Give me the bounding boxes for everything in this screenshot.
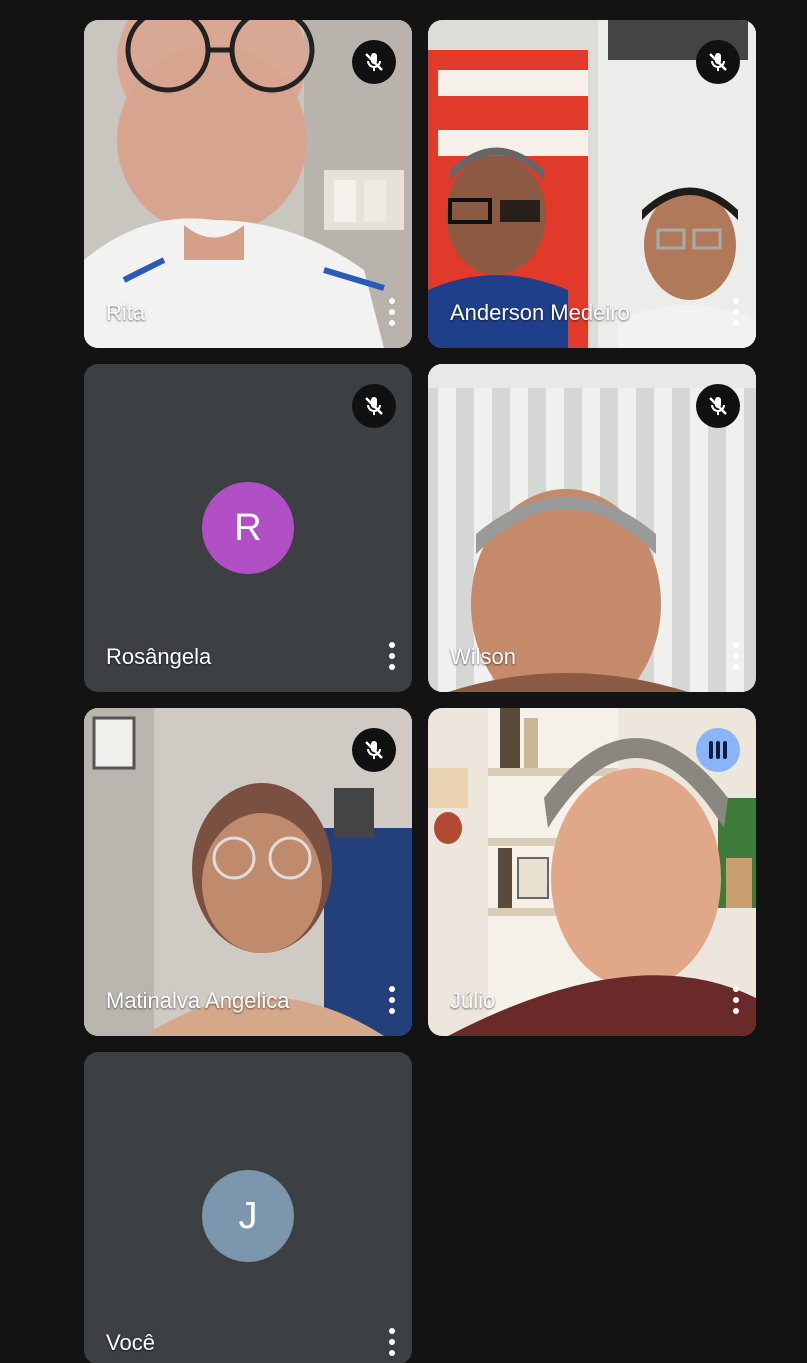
participant-tile-rita[interactable]: Rita (84, 20, 412, 348)
participant-name: Anderson Medeiro (450, 300, 630, 325)
participant-name: Rosângela (106, 644, 212, 669)
participant-name: Júlio (450, 988, 496, 1013)
mic-off-icon (352, 40, 396, 84)
meeting-grid: Rita Anderson Medeiro R Rosângela Wilson… (0, 0, 807, 1363)
mic-off-icon (352, 728, 396, 772)
more-vert-icon[interactable] (386, 298, 398, 326)
participant-name: Matinalva Angelica (106, 988, 290, 1013)
participant-tile-wilson[interactable]: Wilson (428, 364, 756, 692)
participant-name: Rita (106, 300, 146, 325)
mic-off-icon (696, 384, 740, 428)
audio-level-icon (696, 728, 740, 772)
more-vert-icon[interactable] (730, 642, 742, 670)
more-vert-icon[interactable] (730, 298, 742, 326)
more-vert-icon[interactable] (386, 1328, 398, 1356)
avatar: J (202, 1170, 294, 1262)
mic-off-icon (352, 384, 396, 428)
participant-tile-rosangela[interactable]: R Rosângela (84, 364, 412, 692)
avatar: R (202, 482, 294, 574)
more-vert-icon[interactable] (386, 642, 398, 670)
more-vert-icon[interactable] (386, 986, 398, 1014)
participant-name: Wilson (450, 644, 517, 669)
participant-name: Você (106, 1330, 155, 1355)
participant-tile-self[interactable]: J Você (84, 1052, 412, 1363)
participant-tile-anderson-medeiro[interactable]: Anderson Medeiro (428, 20, 756, 348)
participant-tile-julio[interactable]: Júlio (428, 708, 756, 1036)
participant-tile-matinalva-angelica[interactable]: Matinalva Angelica (84, 708, 412, 1036)
more-vert-icon[interactable] (730, 986, 742, 1014)
mic-off-icon (696, 40, 740, 84)
